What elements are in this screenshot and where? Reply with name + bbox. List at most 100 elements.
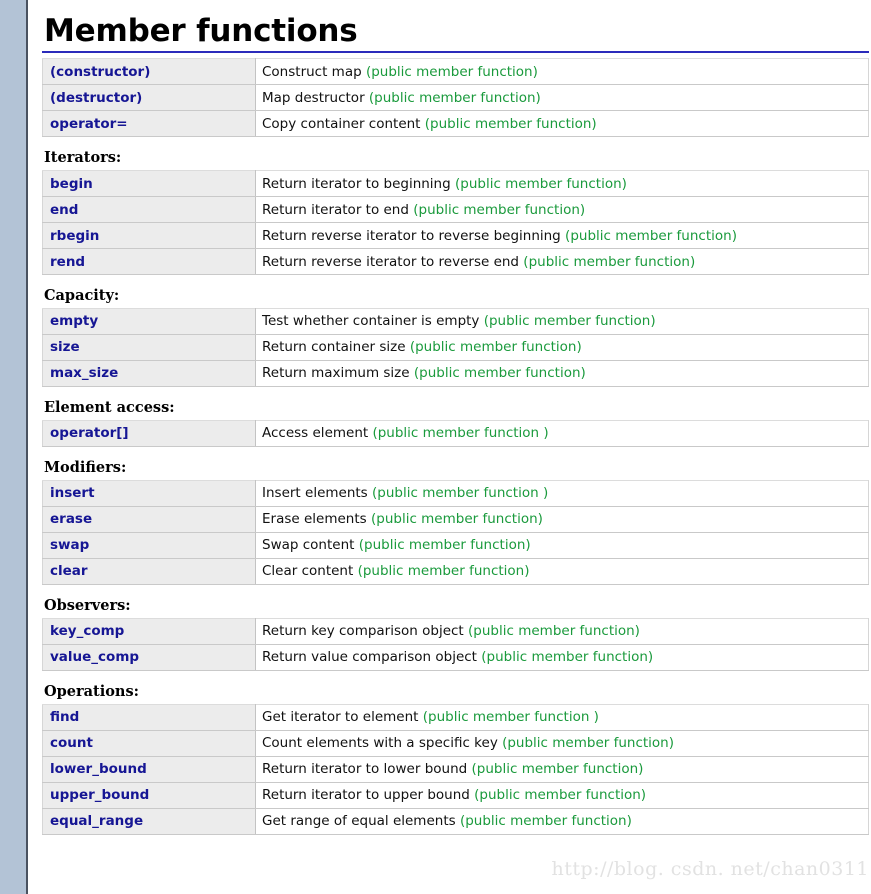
function-kind-annotation: (public member function) [357, 563, 530, 580]
function-name-link[interactable]: count [42, 729, 256, 757]
function-description-text: Return iterator to beginning [262, 175, 455, 192]
function-description-cell: Return reverse iterator to reverse begin… [255, 222, 869, 250]
function-description-cell: Map destructor (public member function) [255, 84, 869, 112]
function-name-link[interactable]: operator[] [42, 419, 256, 447]
function-group: (constructor) Construct map (public membe… [42, 58, 871, 138]
section-heading: Capacity: [44, 287, 120, 305]
function-kind-annotation: (public member function) [454, 175, 627, 192]
left-margin-strip [0, 0, 28, 894]
function-description-cell: Return key comparison object (public mem… [255, 617, 869, 645]
function-description-cell: Return container size (public member fun… [255, 333, 869, 361]
table-row[interactable]: (constructor) Construct map (public membe… [42, 58, 869, 86]
table-row[interactable]: insert Insert elements (public member fun… [42, 479, 869, 507]
table-row[interactable]: (destructor) Map destructor (public membe… [42, 84, 869, 112]
function-description-cell: Get range of equal elements (public memb… [255, 807, 869, 835]
function-kind-annotation: (public member function) [409, 339, 582, 356]
function-table: (constructor) Construct map (public membe… [42, 58, 869, 138]
table-row[interactable]: size Return container size (public member… [42, 333, 869, 361]
function-name-link[interactable]: swap [42, 531, 256, 559]
function-kind-annotation: (public member function) [365, 63, 538, 80]
function-name-link[interactable]: rbegin [42, 222, 256, 250]
member-function-sections: (constructor) Construct map (public membe… [42, 58, 871, 835]
function-kind-annotation: (public member function) [370, 511, 543, 528]
table-row[interactable]: erase Erase elements (public member funct… [42, 505, 869, 533]
function-group: Observers: key_comp Return key comparison … [42, 597, 871, 671]
function-name-link[interactable]: value_comp [42, 643, 256, 671]
function-name-link[interactable]: erase [42, 505, 256, 533]
function-description-text: Return key comparison object [262, 623, 469, 640]
function-description-cell: Insert elements (public member function … [255, 479, 869, 507]
table-row[interactable]: value_comp Return value comparison object… [42, 643, 869, 671]
function-description-cell: Return reverse iterator to reverse end (… [255, 248, 869, 276]
table-row[interactable]: operator[] Access element (public member … [42, 419, 869, 447]
section-heading: Element access: [44, 398, 175, 416]
function-kind-annotation: (public member function) [565, 227, 737, 244]
function-name-link[interactable]: (destructor) [42, 84, 256, 112]
function-name-link[interactable]: rend [42, 248, 256, 276]
function-name-link[interactable]: (constructor) [42, 58, 256, 86]
page-title: Member functions [44, 13, 358, 49]
table-row[interactable]: rbegin Return reverse iterator to reverse… [42, 222, 869, 250]
table-row[interactable]: lower_bound Return iterator to lower boun… [42, 755, 869, 783]
function-description-text: Map destructor [262, 89, 369, 106]
table-row[interactable]: key_comp Return key comparison object (pu… [42, 617, 869, 645]
function-group: Capacity: empty Test whether container is … [42, 288, 871, 387]
function-name-link[interactable]: upper_bound [42, 781, 256, 809]
function-name-link[interactable]: max_size [42, 359, 256, 387]
table-row[interactable]: clear Clear content (public member functi… [42, 557, 869, 585]
function-description-text: Access element [262, 425, 373, 442]
table-row[interactable]: operator= Copy container content (public … [42, 110, 869, 138]
function-name-link[interactable]: size [42, 333, 256, 361]
table-row[interactable]: swap Swap content (public member function… [42, 531, 869, 559]
table-row[interactable]: rend Return reverse iterator to reverse e… [42, 248, 869, 276]
title-underline-rule [42, 51, 869, 54]
table-row[interactable]: end Return iterator to end (public member… [42, 196, 869, 224]
function-description-text: Swap content [262, 537, 359, 554]
function-description-cell: Count elements with a specific key (publ… [255, 729, 869, 757]
table-row[interactable]: upper_bound Return iterator to upper boun… [42, 781, 869, 809]
function-description-text: Get range of equal elements [262, 813, 460, 830]
function-kind-annotation: (public member function) [502, 735, 675, 752]
function-description-cell: Get iterator to element (public member f… [255, 703, 869, 731]
function-description-cell: Return iterator to end (public member fu… [255, 196, 869, 224]
function-kind-annotation: (public member function) [413, 365, 586, 382]
table-row[interactable]: equal_range Get range of equal elements (… [42, 807, 869, 835]
function-description-cell: Copy container content (public member fu… [255, 110, 869, 138]
function-description-text: Get iterator to element [262, 709, 423, 726]
function-name-link[interactable]: key_comp [42, 617, 256, 645]
function-name-link[interactable]: empty [42, 307, 256, 335]
function-name-link[interactable]: operator= [42, 110, 256, 138]
function-description-text: Test whether container is empty [262, 313, 484, 330]
function-kind-annotation: (public member function) [468, 623, 640, 640]
function-group: Iterators: begin Return iterator to beginn… [42, 150, 871, 276]
function-description-cell: Test whether container is empty (public … [255, 307, 869, 335]
table-row[interactable]: max_size Return maximum size (public memb… [42, 359, 869, 387]
function-kind-annotation: (public member function) [368, 89, 541, 106]
function-description-cell: Return iterator to beginning (public mem… [255, 170, 869, 198]
function-table: find Get iterator to element (public memb… [42, 703, 869, 835]
function-kind-annotation: (public member function) [483, 313, 656, 330]
table-row[interactable]: empty Test whether container is empty (pu… [42, 307, 869, 335]
function-table: key_comp Return key comparison object (pu… [42, 617, 869, 671]
function-description-cell: Access element (public member function ) [255, 419, 869, 447]
function-name-link[interactable]: find [42, 703, 256, 731]
function-description-text: Erase elements [262, 511, 371, 528]
function-kind-annotation: (public member function ) [372, 485, 549, 502]
function-name-link[interactable]: insert [42, 479, 256, 507]
table-row[interactable]: count Count elements with a specific key … [42, 729, 869, 757]
table-row[interactable]: find Get iterator to element (public memb… [42, 703, 869, 731]
table-row[interactable]: begin Return iterator to beginning (publi… [42, 170, 869, 198]
function-name-link[interactable]: clear [42, 557, 256, 585]
function-kind-annotation: (public member function) [459, 813, 632, 830]
function-description-text: Return reverse iterator to reverse begin… [262, 227, 566, 244]
function-description-cell: Swap content (public member function) [255, 531, 869, 559]
function-name-link[interactable]: end [42, 196, 256, 224]
section-heading: Operations: [44, 682, 139, 700]
function-name-link[interactable]: begin [42, 170, 256, 198]
function-kind-annotation: (public member function ) [422, 709, 599, 726]
function-description-text: Count elements with a specific key [262, 735, 503, 752]
function-group: Modifiers: insert Insert elements (public … [42, 459, 871, 585]
function-name-link[interactable]: lower_bound [42, 755, 256, 783]
function-name-link[interactable]: equal_range [42, 807, 256, 835]
function-table: operator[] Access element (public member … [42, 419, 869, 447]
